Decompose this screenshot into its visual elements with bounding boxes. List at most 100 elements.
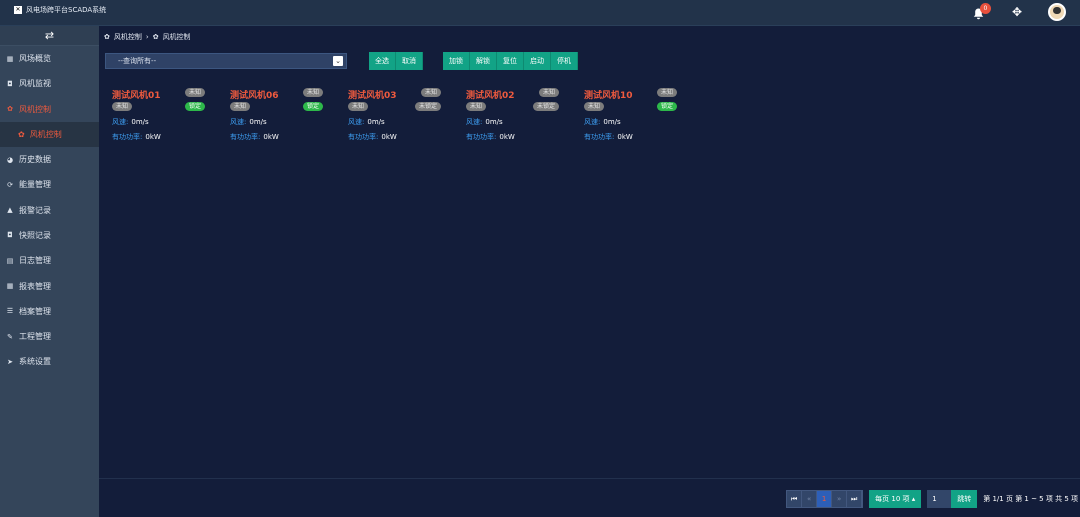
top-icons: 0 ✥ — [972, 3, 1066, 21]
lock-status-badge: 锁定 — [302, 102, 323, 111]
page-button-group: ⏮ « 1 » ⏭ — [786, 490, 864, 508]
file-icon: ▤ — [6, 256, 14, 265]
top-bar: ✕ 风电场跨平台SCADA系统 0 ✥ — [0, 0, 1080, 26]
turbine-name: 测试风机02 — [466, 91, 515, 101]
select-value: --查询所有-- — [118, 57, 157, 65]
sidebar-item-overview[interactable]: ▦ 风场概览 — [0, 46, 99, 71]
status-badge: 未知 — [230, 102, 251, 111]
active-power: 有功功率: 0kW — [230, 133, 279, 141]
last-page-button[interactable]: ⏭ — [847, 491, 863, 507]
sidebar-item-label: 风机监视 — [19, 79, 51, 89]
sidebar-item-monitor[interactable]: ◘ 风机监视 — [0, 71, 99, 96]
status-badge: 未知 — [420, 88, 441, 97]
wind-speed: 风速: 0m/s — [348, 118, 385, 126]
cancel-button[interactable]: 取消 — [396, 52, 423, 70]
turbine-card[interactable]: 测试风机06 未知 未知 锁定 风速: 0m/s 有功功率: 0kW — [229, 88, 347, 148]
sync-icon: ⟳ — [7, 180, 13, 189]
prev-page-button[interactable]: « — [802, 491, 818, 507]
main-content: ✿ 风机控制 › ✿ 风机控制 --查询所有-- ⌄ 全选 取消 加锁 解锁 复… — [99, 26, 1080, 517]
active-power: 有功功率: 0kW — [112, 133, 161, 141]
command-button-group: 加锁 解锁 复位 启动 停机 — [443, 52, 578, 70]
list-icon: ☰ — [6, 307, 14, 316]
jump-button[interactable]: 跳转 — [951, 490, 978, 508]
start-button[interactable]: 启动 — [524, 52, 551, 70]
select-all-button[interactable]: 全选 — [369, 52, 396, 70]
active-power: 有功功率: 0kW — [348, 133, 397, 141]
sidebar-item-settings[interactable]: ➤ 系统设置 — [0, 349, 99, 374]
bell-icon: ▲ — [7, 206, 13, 215]
fullscreen-button[interactable]: ✥ — [1012, 5, 1022, 19]
wrench-icon: ✎ — [7, 332, 13, 341]
turbine-filter-select[interactable]: --查询所有-- ⌄ — [105, 53, 347, 69]
divider — [99, 478, 1080, 479]
active-power: 有功功率: 0kW — [466, 133, 515, 141]
sidebar-item-label: 风场概览 — [19, 54, 51, 64]
table-icon: ▦ — [6, 282, 14, 291]
sidebar-item-label: 风机控制 — [19, 104, 51, 114]
app-title: 风电场跨平台SCADA系统 — [26, 6, 107, 14]
breadcrumb: ✿ 风机控制 › ✿ 风机控制 — [104, 32, 191, 42]
lock-status-badge: 锁定 — [656, 102, 677, 111]
selection-button-group: 全选 取消 — [369, 52, 423, 70]
pagination: ⏮ « 1 » ⏭ 每页 10 项 ▴ 1 跳转 第 1/1 页 第 1 ~ 5… — [786, 490, 1078, 508]
breadcrumb-parent[interactable]: 风机控制 — [114, 32, 142, 42]
send-icon: ➤ — [7, 357, 13, 366]
sidebar-item-archives[interactable]: ☰ 档案管理 — [0, 299, 99, 324]
sidebar-item-label: 工程管理 — [19, 332, 51, 342]
turbine-card[interactable]: 测试风机01 未知 未知 锁定 风速: 0m/s 有功功率: 0kW — [111, 88, 229, 148]
gear-icon: ✿ — [104, 33, 110, 41]
sidebar-toggle-button[interactable]: ⇄ — [0, 26, 99, 46]
turbine-card[interactable]: 测试风机03 未知 未知 未锁定 风速: 0m/s 有功功率: 0kW — [347, 88, 465, 148]
user-avatar[interactable] — [1048, 3, 1066, 21]
turbine-card[interactable]: 测试风机02 未知 未知 未锁定 风速: 0m/s 有功功率: 0kW — [465, 88, 583, 148]
sidebar-item-label: 历史数据 — [19, 155, 51, 165]
sidebar-item-reports[interactable]: ▦ 报表管理 — [0, 273, 99, 298]
sidebar-item-engineering[interactable]: ✎ 工程管理 — [0, 324, 99, 349]
status-badge: 未知 — [348, 102, 369, 111]
gear-icon: ✿ — [18, 129, 25, 139]
reset-button[interactable]: 复位 — [497, 52, 524, 70]
sidebar-item-control[interactable]: ✿ 风机控制 — [0, 97, 99, 122]
first-page-button[interactable]: ⏮ — [787, 491, 803, 507]
sidebar-item-label: 快照记录 — [19, 230, 51, 240]
breadcrumb-current: 风机控制 — [162, 33, 191, 41]
unlock-button[interactable]: 解锁 — [470, 52, 497, 70]
page-jump-input[interactable]: 1 — [927, 490, 952, 508]
pie-icon: ◕ — [6, 155, 14, 164]
notification-badge: 0 — [979, 3, 991, 14]
sidebar-item-energy[interactable]: ⟳ 能量管理 — [0, 172, 99, 197]
lock-status-badge: 未锁定 — [532, 102, 559, 111]
turbine-name: 测试风机03 — [348, 91, 397, 101]
page-info: 第 1/1 页 第 1 ~ 5 项 共 5 项 — [983, 495, 1078, 503]
current-page-button[interactable]: 1 — [817, 491, 833, 507]
sidebar-item-logs[interactable]: ▤ 日志管理 — [0, 248, 99, 273]
sidebar-item-history[interactable]: ◕ 历史数据 — [0, 147, 99, 172]
sidebar-item-label: 日志管理 — [19, 256, 51, 266]
control-toolbar: --查询所有-- ⌄ 全选 取消 加锁 解锁 复位 启动 停机 — [105, 52, 578, 70]
wind-speed: 风速: 0m/s — [584, 118, 621, 126]
expand-icon: ✥ — [1011, 5, 1022, 19]
stop-button[interactable]: 停机 — [551, 52, 578, 70]
camera-icon: ◘ — [7, 231, 13, 240]
sidebar-subitem-control[interactable]: ✿ 风机控制 — [0, 121, 99, 147]
notification-button[interactable]: 0 — [972, 3, 991, 20]
status-badge: 未知 — [112, 102, 133, 111]
per-page-select[interactable]: 每页 10 项 ▴ — [869, 490, 922, 508]
sidebar-item-label: 报表管理 — [19, 281, 51, 291]
breadcrumb-separator: › — [145, 33, 149, 41]
turbine-card-list: 测试风机01 未知 未知 锁定 风速: 0m/s 有功功率: 0kW 测试风机06 … — [111, 88, 701, 148]
sidebar-item-alarms[interactable]: ▲ 报警记录 — [0, 197, 99, 222]
status-badge: 未知 — [184, 88, 205, 97]
sidebar-item-label: 能量管理 — [19, 180, 51, 190]
turbine-name: 测试风机10 — [584, 91, 633, 101]
next-page-button[interactable]: » — [832, 491, 848, 507]
brand: ✕ 风电场跨平台SCADA系统 — [14, 5, 106, 15]
sidebar-item-snapshots[interactable]: ◘ 快照记录 — [0, 223, 99, 248]
lock-status-badge: 锁定 — [184, 102, 205, 111]
chevron-down-icon: ⌄ — [333, 56, 343, 66]
lock-button[interactable]: 加锁 — [443, 52, 470, 70]
camera-icon: ◘ — [7, 79, 13, 88]
sidebar-item-label: 系统设置 — [19, 357, 51, 367]
grid-icon: ▦ — [6, 54, 14, 63]
turbine-card[interactable]: 测试风机10 未知 未知 锁定 风速: 0m/s 有功功率: 0kW — [583, 88, 701, 148]
